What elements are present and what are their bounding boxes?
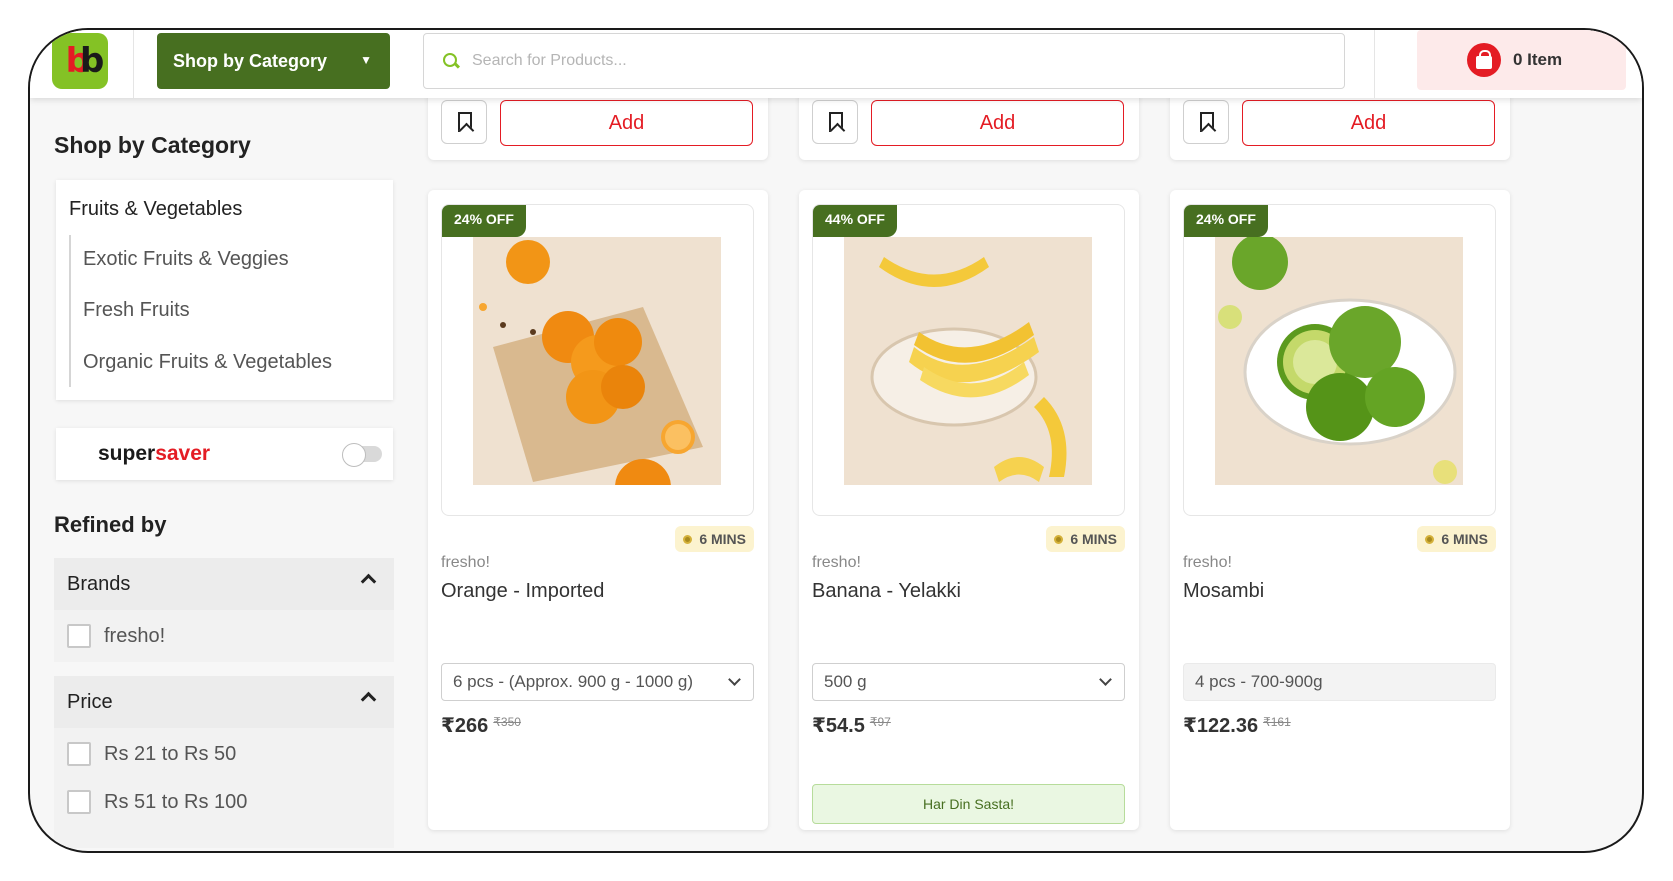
logo-mark: bb	[65, 41, 105, 81]
price-option-label: Rs 21 to Rs 50	[104, 742, 237, 765]
delivery-time-badge: 6 MINS	[1417, 526, 1496, 552]
mrp-price: ₹350	[493, 715, 521, 729]
price-option-21-50[interactable]: Rs 21 to Rs 50	[67, 742, 236, 766]
product-image-frame: 44% OFF	[812, 204, 1125, 516]
price-filter-body: Rs 21 to Rs 50 Rs 51 to Rs 100	[54, 728, 394, 848]
product-brand: fresho!	[1183, 554, 1232, 571]
price-filter-header[interactable]: Price	[54, 676, 394, 728]
clock-icon	[683, 534, 693, 544]
sale-price: ₹54.5	[812, 715, 865, 737]
brand-option-fresho[interactable]: fresho!	[67, 624, 165, 648]
product-image-frame: 24% OFF	[441, 204, 754, 516]
brands-filter-header[interactable]: Brands	[54, 558, 394, 610]
chevron-up-icon	[360, 691, 377, 708]
sidebar-heading: Shop by Category	[54, 132, 251, 158]
product-card-mosambi: 24% OFF 6 MINS fresho! Mosambi 4 pcs - 7…	[1170, 190, 1510, 830]
product-price: ₹122.36 ₹161	[1183, 713, 1291, 738]
delivery-time-badge: 6 MINS	[675, 526, 754, 552]
product-name[interactable]: Mosambi	[1183, 580, 1264, 603]
subcategory-exotic[interactable]: Exotic Fruits & Veggies	[83, 248, 289, 271]
pack-size-value: 4 pcs - 700-900g	[1195, 672, 1323, 691]
clock-icon	[1054, 534, 1064, 544]
refined-by-heading: Refined by	[54, 512, 167, 537]
product-image-frame: 24% OFF	[1183, 204, 1496, 516]
deal-button[interactable]: Har Din Sasta!	[812, 784, 1125, 824]
pack-size-value-box: 4 pcs - 700-900g	[1183, 663, 1496, 701]
brands-filter-body: fresho!	[54, 610, 394, 662]
pack-size-value: 6 pcs - (Approx. 900 g - 1000 g)	[453, 672, 694, 691]
brand-option-label: fresho!	[104, 624, 166, 647]
shop-by-category-button[interactable]: Shop by Category ▼	[157, 33, 390, 89]
bigbasket-logo[interactable]: bb	[52, 33, 108, 89]
product-price: ₹54.5 ₹97	[812, 713, 891, 738]
product-name[interactable]: Orange - Imported	[441, 580, 604, 603]
product-image-oranges[interactable]	[473, 237, 721, 485]
delivery-time-label: 6 MINS	[699, 531, 746, 547]
add-to-cart-button[interactable]: Add	[500, 100, 753, 146]
cart-button[interactable]: 0 Item	[1417, 30, 1626, 90]
product-image-bananas[interactable]	[844, 237, 1092, 485]
top-header: bb Shop by Category ▼ 0 Item	[30, 30, 1642, 98]
mrp-price: ₹161	[1263, 715, 1291, 729]
checkbox[interactable]	[67, 790, 91, 814]
caret-down-icon: ▼	[360, 53, 372, 67]
bookmark-icon	[829, 112, 843, 132]
add-to-cart-button[interactable]: Add	[871, 100, 1124, 146]
search-icon	[442, 52, 460, 70]
checkbox[interactable]	[67, 742, 91, 766]
search-bar[interactable]	[423, 33, 1345, 89]
bookmark-icon	[458, 112, 472, 132]
bookmark-icon	[1200, 112, 1214, 132]
sale-price: ₹122.36	[1183, 715, 1259, 737]
product-name[interactable]: Banana - Yelakki	[812, 580, 961, 603]
price-filter-title: Price	[67, 690, 113, 713]
product-image-mosambi[interactable]	[1215, 237, 1463, 485]
delivery-time-badge: 6 MINS	[1046, 526, 1125, 552]
add-to-cart-button[interactable]: Add	[1242, 100, 1495, 146]
save-for-later-button[interactable]	[1183, 100, 1229, 144]
supersaver-toggle[interactable]	[342, 443, 382, 467]
product-card-orange: 24% OFF 6 MINS fresho! Orange - Imported…	[428, 190, 768, 830]
chevron-up-icon	[360, 573, 377, 590]
header-divider	[133, 30, 134, 98]
price-option-51-100[interactable]: Rs 51 to Rs 100	[67, 790, 247, 814]
category-panel: Fruits & Vegetables Exotic Fruits & Vegg…	[56, 180, 393, 400]
save-for-later-button[interactable]	[812, 100, 858, 144]
subcategory-fresh-fruits[interactable]: Fresh Fruits	[83, 299, 190, 322]
checkbox[interactable]	[67, 624, 91, 648]
search-input[interactable]	[472, 52, 1332, 70]
chevron-down-icon	[728, 673, 741, 686]
mrp-price: ₹97	[869, 715, 891, 729]
basket-icon	[1467, 43, 1501, 77]
pack-size-value: 500 g	[824, 672, 867, 691]
product-brand: fresho!	[812, 554, 861, 571]
clock-icon	[1425, 534, 1435, 544]
category-fruits-vegetables[interactable]: Fruits & Vegetables	[69, 198, 242, 221]
product-price: ₹266 ₹350	[441, 713, 521, 738]
price-option-label: Rs 51 to Rs 100	[104, 790, 248, 813]
product-brand: fresho!	[441, 554, 490, 571]
supersaver-logo: supersaver	[98, 442, 211, 465]
discount-badge: 24% OFF	[442, 205, 526, 237]
delivery-time-label: 6 MINS	[1441, 531, 1488, 547]
save-for-later-button[interactable]	[441, 100, 487, 144]
discount-badge: 24% OFF	[1184, 205, 1268, 237]
shop-by-category-label: Shop by Category	[173, 50, 328, 71]
discount-badge: 44% OFF	[813, 205, 897, 237]
product-card-banana: 44% OFF 6 MINS fresho! Banana - Yelakki …	[799, 190, 1139, 830]
header-divider	[1374, 30, 1375, 98]
cart-count-label: 0 Item	[1513, 50, 1563, 69]
brands-filter-title: Brands	[67, 572, 131, 595]
subcategory-divider	[69, 235, 71, 387]
subcategory-organic[interactable]: Organic Fruits & Vegetables	[83, 351, 332, 374]
pack-size-select[interactable]: 500 g	[812, 663, 1125, 701]
delivery-time-label: 6 MINS	[1070, 531, 1117, 547]
app-window: bb Shop by Category ▼ 0 Item Shop by Cat…	[28, 28, 1644, 853]
sale-price: ₹266	[441, 715, 489, 737]
chevron-down-icon	[1099, 673, 1112, 686]
supersaver-panel: supersaver	[56, 428, 393, 480]
pack-size-select[interactable]: 6 pcs - (Approx. 900 g - 1000 g)	[441, 663, 754, 701]
